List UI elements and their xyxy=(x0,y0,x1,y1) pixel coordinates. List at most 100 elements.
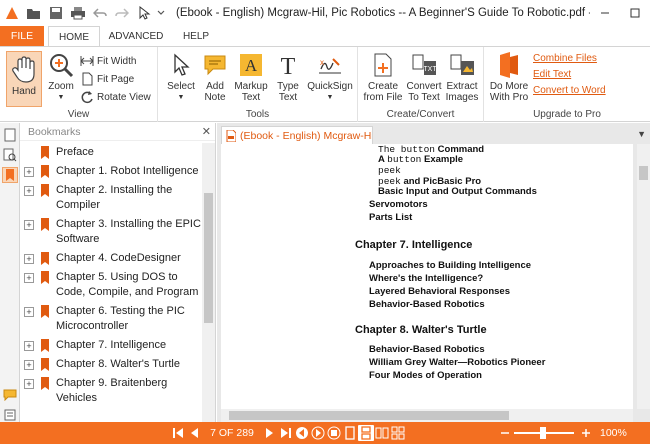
zoom-in-icon[interactable] xyxy=(578,425,594,441)
expand-toggle[interactable]: + xyxy=(24,220,34,230)
expand-toggle[interactable]: + xyxy=(24,360,34,370)
pdf-page[interactable]: The button Command A button Example peek… xyxy=(221,144,633,409)
expand-toggle[interactable]: + xyxy=(24,379,34,389)
tab-list-dropdown-icon[interactable]: ▼ xyxy=(637,129,646,139)
hand-button[interactable]: Hand xyxy=(6,51,42,107)
bookmark-label: Chapter 7. Intelligence xyxy=(56,339,167,351)
horizontal-scroll-thumb[interactable] xyxy=(229,411,509,420)
page-thumbnails-icon[interactable] xyxy=(2,127,18,143)
rotate-view-button[interactable]: Rotate View xyxy=(80,89,151,105)
zoom-out-icon[interactable] xyxy=(497,425,513,441)
minimize-button[interactable] xyxy=(590,0,620,26)
expand-toggle[interactable]: + xyxy=(24,273,34,283)
combine-files-link[interactable]: Combine Files xyxy=(533,53,597,64)
pdf-file-icon xyxy=(226,129,236,142)
save-icon[interactable] xyxy=(46,3,66,23)
extract-images-button[interactable]: Extract Images xyxy=(444,51,480,103)
expand-toggle[interactable]: + xyxy=(24,254,34,264)
toc-line: Basic Input and Output Commands xyxy=(378,186,537,197)
next-page-icon[interactable] xyxy=(262,425,278,441)
bookmark-item[interactable]: + Chapter 4. CodeDesigner xyxy=(20,249,202,268)
toc-chapter-heading: Chapter 8. Walter's Turtle xyxy=(355,324,487,336)
single-page-view-icon[interactable] xyxy=(342,425,358,441)
bookmarks-header: Bookmarks ✕ xyxy=(20,123,215,141)
bookmark-item[interactable]: + Chapter 7. Intelligence xyxy=(20,336,202,355)
redo-icon[interactable] xyxy=(112,3,132,23)
next-view-icon[interactable] xyxy=(310,425,326,441)
ribbon-tabs: FILE HOME ADVANCED HELP xyxy=(0,26,650,47)
type-text-button[interactable]: T Type Text xyxy=(274,51,302,103)
bookmark-item[interactable]: + Chapter 8. Walter's Turtle xyxy=(20,355,202,374)
window-controls xyxy=(590,0,650,26)
zoom-button[interactable]: Zoom ▼ xyxy=(45,51,77,103)
previous-view-icon[interactable] xyxy=(294,425,310,441)
facing-view-icon[interactable] xyxy=(374,425,390,441)
document-area: (Ebook - English) Mcgraw-Hil, Pic... ✕ ▼… xyxy=(217,123,650,422)
stop-icon[interactable] xyxy=(326,425,342,441)
quicksign-dropdown-icon: ▼ xyxy=(326,94,334,101)
last-page-icon[interactable] xyxy=(278,425,294,441)
open-folder-icon[interactable] xyxy=(24,3,44,23)
document-tab[interactable]: (Ebook - English) Mcgraw-Hil, Pic... ✕ xyxy=(221,126,373,144)
search-pages-icon[interactable] xyxy=(2,147,18,163)
bookmark-item[interactable]: + Chapter 1. Robot Intelligence xyxy=(20,162,202,181)
bookmark-item[interactable]: + Chapter 5. Using DOS to Code, Compile,… xyxy=(20,268,202,302)
first-page-icon[interactable] xyxy=(170,425,186,441)
quicksign-button[interactable]: x QuickSign ▼ xyxy=(306,51,354,103)
comments-icon[interactable] xyxy=(2,387,18,403)
previous-page-icon[interactable] xyxy=(186,425,202,441)
convert-label-2: To Text xyxy=(408,92,440,103)
fit-page-icon xyxy=(80,72,94,86)
markup-label-1: Markup xyxy=(234,81,268,92)
tab-help[interactable]: HELP xyxy=(172,26,220,46)
extract-label-1: Extract xyxy=(446,81,478,92)
create-label-1: Create xyxy=(367,81,398,92)
fit-width-button[interactable]: Fit Width xyxy=(80,53,136,69)
add-note-button[interactable]: Add Note xyxy=(200,51,230,103)
markup-text-button[interactable]: A Markup Text xyxy=(232,51,270,103)
expand-toggle[interactable]: + xyxy=(24,167,34,177)
continuous-facing-view-icon[interactable] xyxy=(390,425,406,441)
do-more-with-pro-button[interactable]: Do More With Pro xyxy=(488,51,530,103)
zoom-slider-handle[interactable] xyxy=(540,427,546,439)
undo-icon[interactable] xyxy=(90,3,110,23)
page-indicator[interactable]: 7 OF 289 xyxy=(202,425,262,441)
bookmark-item[interactable]: + Chapter 6. Testing the PIC Microcontro… xyxy=(20,302,202,336)
expand-toggle[interactable]: + xyxy=(24,341,34,351)
bookmark-item[interactable]: + Chapter 2. Installing the Compiler xyxy=(20,181,202,215)
fit-page-button[interactable]: Fit Page xyxy=(80,71,134,87)
toc-line: peek xyxy=(378,165,401,176)
document-vertical-scrollbar[interactable] xyxy=(637,144,650,409)
select-button[interactable]: Select ▼ xyxy=(164,51,198,103)
maximize-button[interactable] xyxy=(620,0,650,26)
create-from-file-button[interactable]: Create from File xyxy=(362,51,404,103)
continuous-view-icon[interactable] xyxy=(358,425,374,441)
toc-line: Where's the Intelligence? xyxy=(369,273,484,284)
customize-dropdown-icon[interactable] xyxy=(156,3,166,23)
fit-page-label: Fit Page xyxy=(97,73,135,85)
attachments-icon[interactable] xyxy=(2,407,18,423)
bookmarks-panel-icon[interactable] xyxy=(2,167,18,183)
tab-advanced[interactable]: ADVANCED xyxy=(104,26,168,46)
bookmark-item[interactable]: + Chapter 3. Installing the EPIC Softwar… xyxy=(20,215,202,249)
document-scroll-thumb[interactable] xyxy=(639,166,648,180)
convert-to-text-button[interactable]: TXT Convert To Text xyxy=(406,51,442,103)
document-horizontal-scrollbar[interactable] xyxy=(221,409,633,422)
bookmarks-panel: Bookmarks ✕ Preface + Chapter 1. Robot I… xyxy=(20,123,216,422)
tab-home[interactable]: HOME xyxy=(48,26,100,47)
edit-text-link[interactable]: Edit Text xyxy=(533,69,571,80)
print-icon[interactable] xyxy=(68,3,88,23)
bookmark-list: Preface + Chapter 1. Robot Intelligence … xyxy=(20,143,202,422)
convert-to-word-link[interactable]: Convert to Word xyxy=(533,85,606,96)
bookmark-item[interactable]: + Chapter 9. Braitenberg Vehicles xyxy=(20,374,202,408)
expand-toggle[interactable]: + xyxy=(24,307,34,317)
cursor-select-icon[interactable] xyxy=(134,3,154,23)
tab-file[interactable]: FILE xyxy=(0,26,44,46)
bookmarks-scroll-thumb[interactable] xyxy=(204,193,213,323)
bookmark-item[interactable]: Preface xyxy=(20,143,202,162)
close-panel-icon[interactable]: ✕ xyxy=(202,125,211,138)
bookmarks-scrollbar[interactable] xyxy=(202,143,215,422)
pro-logo-icon xyxy=(495,51,523,79)
zoom-icon xyxy=(47,51,75,79)
expand-toggle[interactable]: + xyxy=(24,186,34,196)
